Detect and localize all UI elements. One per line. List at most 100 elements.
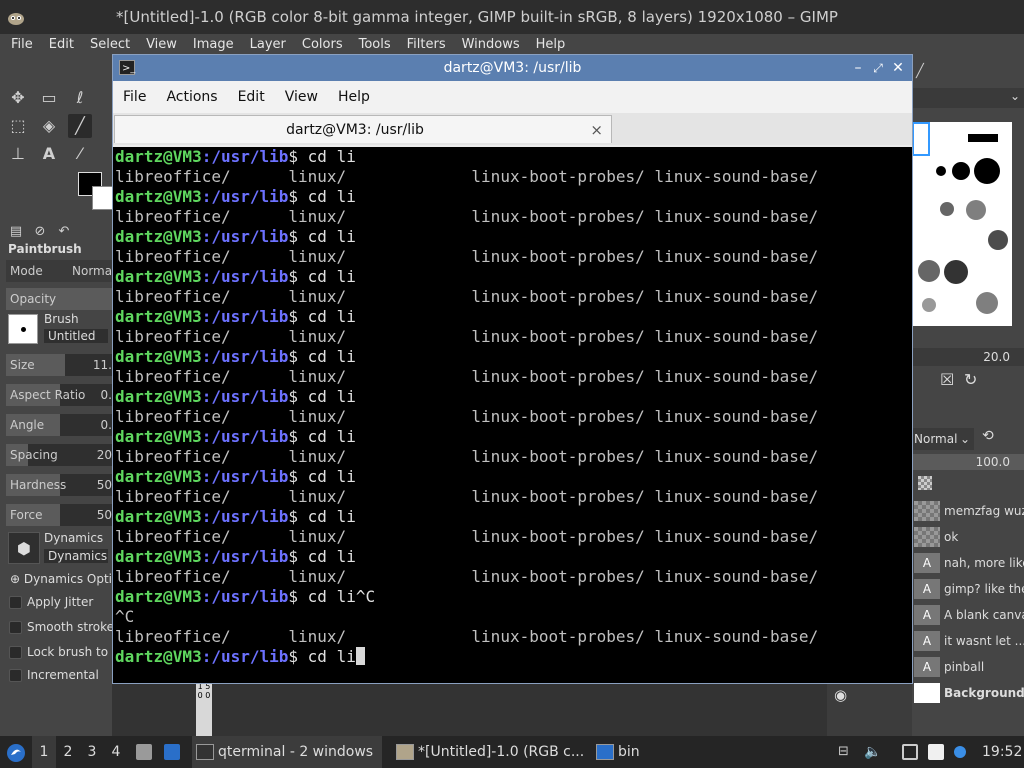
dynamics-preview-icon[interactable]: ⬢: [8, 532, 40, 564]
terminal-titlebar[interactable]: >_ dartz@VM3: /usr/lib – ⤢ ✕: [113, 55, 912, 81]
terminal-menu-actions[interactable]: Actions: [156, 81, 227, 113]
clock[interactable]: 19:52: [982, 736, 1022, 768]
layer-item[interactable]: Agimp? like the: [912, 576, 1024, 602]
mode-select[interactable]: Mode Norma: [6, 260, 114, 282]
apply-jitter-checkbox[interactable]: [9, 596, 22, 609]
prompt-line: dartz@VM3:/usr/lib$ cd li: [115, 307, 912, 327]
output-text: ^C: [115, 607, 135, 626]
apply-jitter-label: Apply Jitter: [27, 595, 94, 609]
clone-tool-icon[interactable]: ⊥: [6, 142, 30, 166]
layer-name: A blank canva: [944, 608, 1024, 622]
terminal-window[interactable]: >_ dartz@VM3: /usr/lib – ⤢ ✕ File Actions…: [112, 54, 913, 684]
gimp-menu-select[interactable]: Select: [79, 34, 135, 56]
terminal-menu-view[interactable]: View: [275, 81, 328, 113]
clipboard-icon[interactable]: [928, 744, 944, 760]
gimp-titlebar[interactable]: *[Untitled]-1.0 (RGB color 8-bit gamma i…: [0, 0, 1024, 34]
brush-filter-select[interactable]: ⌄: [912, 88, 1024, 108]
force-slider[interactable]: Force 50: [6, 504, 114, 526]
rect-select-tool-icon[interactable]: ▭: [37, 86, 61, 110]
image-canvas[interactable]: [112, 680, 827, 736]
lasso-tool-icon[interactable]: ℓ: [68, 86, 92, 110]
delete-brush-icon[interactable]: ☒: [940, 370, 954, 389]
network-icon[interactable]: [902, 744, 918, 760]
smooth-stroke-checkbox[interactable]: [9, 621, 22, 634]
brush-tab-icon[interactable]: ╱: [916, 64, 924, 79]
brush-name[interactable]: Untitled: [44, 329, 108, 343]
hardness-slider[interactable]: Hardness 50: [6, 474, 114, 496]
gimp-menu-filters[interactable]: Filters: [396, 34, 451, 56]
gimp-menu-colors[interactable]: Colors: [291, 34, 348, 56]
prompt-path: :/usr/lib: [201, 467, 289, 486]
layer-mode-select[interactable]: Normal ⌄: [912, 428, 974, 450]
lock-alpha-icon[interactable]: [918, 476, 932, 490]
show-desktop-icon[interactable]: [136, 744, 152, 760]
desktop-3-button[interactable]: 3: [80, 736, 104, 768]
tool-options-tab-icon[interactable]: ▤: [4, 220, 28, 244]
terminal-menu-file[interactable]: File: [113, 81, 156, 113]
layer-mode-reset-icon[interactable]: ⟲: [982, 428, 994, 444]
layer-item[interactable]: A A blank canva: [912, 602, 1024, 628]
transform-tool-icon[interactable]: ⬚: [6, 114, 30, 138]
selected-brush[interactable]: [912, 122, 930, 156]
terminal-tab[interactable]: dartz@VM3: /usr/lib ×: [114, 115, 612, 143]
spacing-slider[interactable]: Spacing 20: [6, 444, 114, 466]
task-button-2[interactable]: bin: [592, 736, 652, 768]
speaker-icon[interactable]: 🔈: [864, 744, 881, 760]
dynamics-value[interactable]: Dynamics: [44, 549, 108, 563]
layer-item[interactable]: memzfag wuz: [912, 498, 1024, 524]
notification-icon[interactable]: [954, 746, 966, 758]
layer-item[interactable]: Ait wasnt let ...: [912, 628, 1024, 654]
gimp-title-text: *[Untitled]-1.0 (RGB color 8-bit gamma i…: [116, 8, 838, 26]
task-button-1[interactable]: *[Untitled]-1.0 (RGB c...: [392, 736, 584, 768]
minimize-icon[interactable]: –: [848, 55, 868, 81]
maximize-icon[interactable]: ⤢: [868, 55, 888, 81]
gimp-menu-file[interactable]: File: [0, 34, 38, 56]
aspect-ratio-slider[interactable]: Aspect Ratio 0.: [6, 384, 114, 406]
gimp-menu-image[interactable]: Image: [182, 34, 239, 56]
eye-visibility-icon[interactable]: ◉: [834, 686, 847, 704]
incremental-label: Incremental: [27, 668, 99, 682]
text-tool-icon[interactable]: A: [37, 142, 61, 166]
opacity-slider[interactable]: Opacity: [6, 288, 114, 310]
desktop-1-button[interactable]: 1: [32, 736, 56, 768]
gimp-menu-tools[interactable]: Tools: [348, 34, 396, 56]
layer-item[interactable]: Apinball: [912, 654, 1024, 680]
refresh-brushes-icon[interactable]: ↻: [964, 370, 977, 389]
file-manager-launcher-icon[interactable]: [164, 744, 180, 760]
volume-control-icon[interactable]: ⊟: [838, 744, 854, 760]
brush-dot: [940, 202, 954, 216]
layer-opacity-slider[interactable]: 100.0: [912, 454, 1024, 470]
undo-history-tab-icon[interactable]: ↶: [52, 220, 76, 244]
layer-item[interactable]: ok: [912, 524, 1024, 550]
gimp-menu-edit[interactable]: Edit: [38, 34, 79, 56]
move-tool-icon[interactable]: ✥: [6, 86, 30, 110]
paintbrush-tool-icon[interactable]: ╱: [68, 114, 92, 138]
desktop-4-button[interactable]: 4: [104, 736, 128, 768]
brush-spacing-field[interactable]: 20.0: [912, 348, 1024, 366]
tab-close-icon[interactable]: ×: [590, 116, 603, 144]
bucket-fill-tool-icon[interactable]: ◈: [37, 114, 61, 138]
terminal-menu-edit[interactable]: Edit: [228, 81, 275, 113]
size-slider[interactable]: Size 11.: [6, 354, 114, 376]
brush-dot: [974, 158, 1000, 184]
gimp-menu-layer[interactable]: Layer: [239, 34, 291, 56]
device-status-tab-icon[interactable]: ⊘: [28, 220, 52, 244]
terminal-menu-help[interactable]: Help: [328, 81, 380, 113]
gimp-menu-view[interactable]: View: [135, 34, 182, 56]
lock-brush-checkbox[interactable]: [9, 646, 22, 659]
close-icon[interactable]: ✕: [888, 55, 908, 81]
brush-preview[interactable]: [8, 314, 38, 344]
desktop-2-button[interactable]: 2: [56, 736, 80, 768]
terminal-output[interactable]: dartz@VM3:/usr/lib$ cd li libreoffice/ li…: [113, 147, 912, 683]
task-button-0[interactable]: qterminal - 2 windows: [192, 736, 382, 768]
gimp-menu-windows[interactable]: Windows: [451, 34, 525, 56]
layer-item[interactable]: Anah, more like: [912, 550, 1024, 576]
incremental-checkbox[interactable]: [9, 669, 22, 682]
layer-item[interactable]: Background: [912, 680, 1024, 706]
gimp-menu-help[interactable]: Help: [525, 34, 571, 56]
angle-slider[interactable]: Angle 0.: [6, 414, 114, 436]
start-menu-icon[interactable]: [6, 743, 26, 763]
dynamics-options-expander[interactable]: ⊕ Dynamics Opti: [10, 572, 112, 586]
color-picker-tool-icon[interactable]: ⁄: [68, 142, 92, 166]
brush-grid[interactable]: [912, 122, 1012, 326]
